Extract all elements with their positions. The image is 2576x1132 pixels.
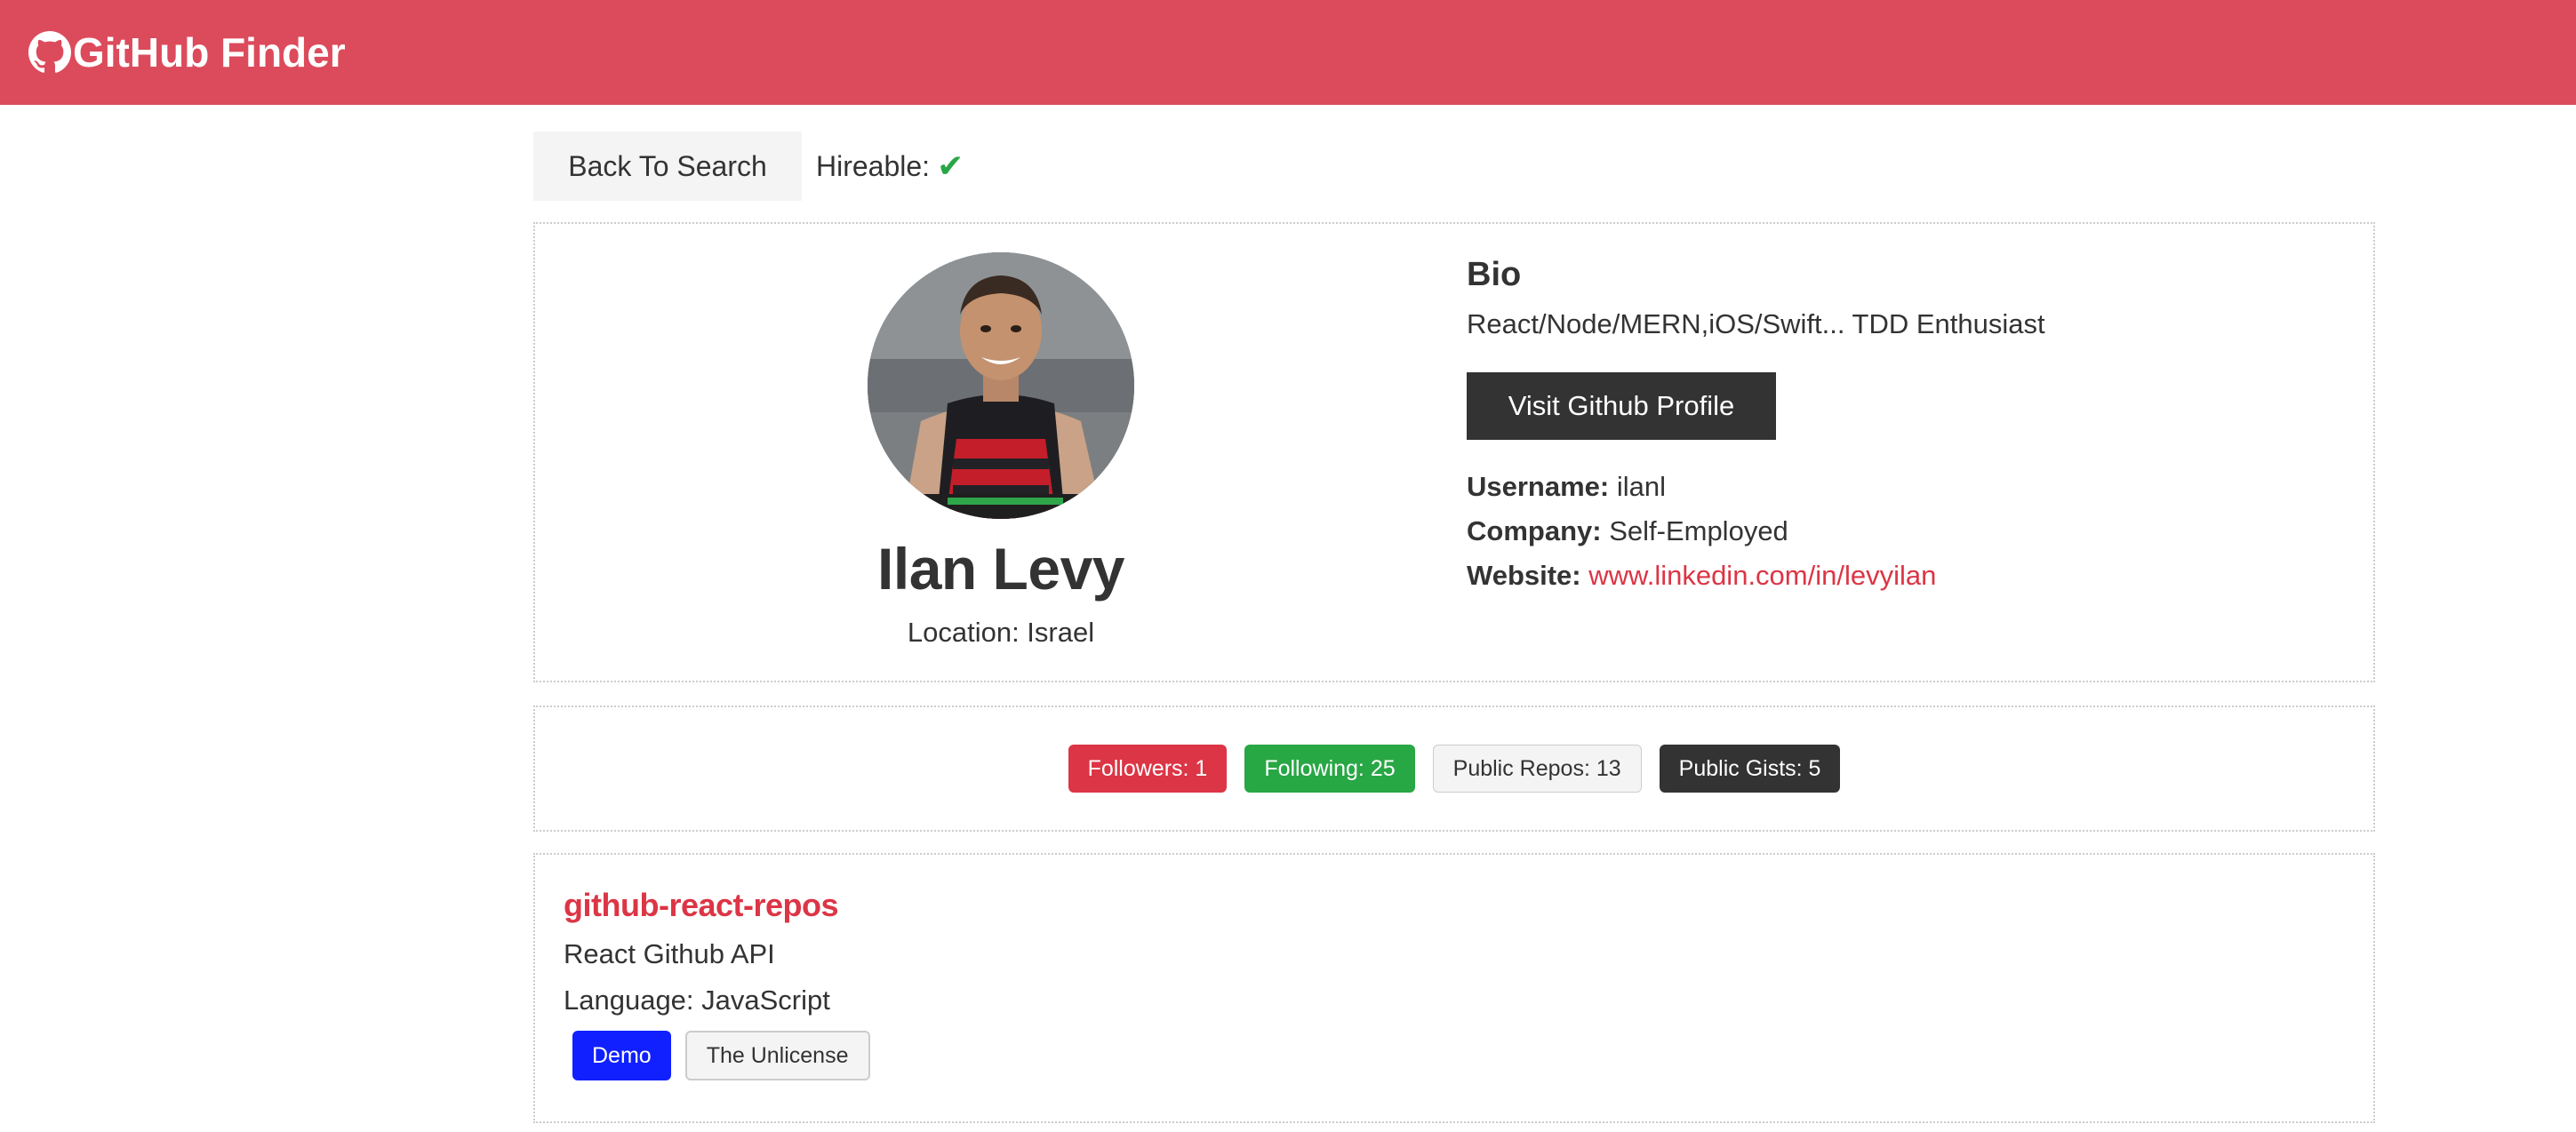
repo-card: github-react-repos React Github API Lang… xyxy=(533,853,2375,1123)
avatar xyxy=(868,252,1134,519)
back-to-search-button[interactable]: Back To Search xyxy=(533,132,802,201)
website-label: Website: xyxy=(1467,560,1581,591)
stats-card: Followers: 1 Following: 25 Public Repos:… xyxy=(533,706,2375,832)
profile-name: Ilan Levy xyxy=(877,536,1124,602)
username-label: Username: xyxy=(1467,471,1610,502)
profile-location: Location: Israel xyxy=(907,617,1095,648)
check-icon: ✔ xyxy=(937,147,964,184)
profile-card: Ilan Levy Location: Israel Bio React/Nod… xyxy=(533,222,2375,682)
repo-badges: Demo The Unlicense xyxy=(572,1031,2373,1080)
username-value: ilanl xyxy=(1616,471,1667,502)
profile-details: Bio React/Node/MERN,iOS/Swift... TDD Ent… xyxy=(1467,224,2045,681)
followers-badge: Followers: 1 xyxy=(1068,745,1228,793)
demo-button[interactable]: Demo xyxy=(572,1031,671,1080)
app-title: GitHub Finder xyxy=(73,29,346,76)
bio-title: Bio xyxy=(1467,256,1522,293)
public-gists-badge: Public Gists: 5 xyxy=(1659,745,1841,793)
following-badge: Following: 25 xyxy=(1244,745,1415,793)
username-row: Username: ilanl xyxy=(1467,465,2045,509)
hireable-label: Hireable: xyxy=(816,149,931,182)
top-row: Back To Search Hireable: ✔ xyxy=(533,132,2375,201)
license-badge: The Unlicense xyxy=(684,1031,870,1080)
company-label: Company: xyxy=(1467,515,1602,546)
bio-text: React/Node/MERN,iOS/Swift... TDD Enthusi… xyxy=(1467,308,2045,339)
company-value: Self-Employed xyxy=(1609,515,1788,546)
navbar: GitHub Finder xyxy=(0,0,2576,105)
company-row: Company: Self-Employed xyxy=(1467,509,2045,554)
hireable-status: Hireable: ✔ xyxy=(816,147,964,185)
repo-description: React Github API xyxy=(564,938,775,969)
github-icon xyxy=(28,31,71,73)
profile-info-list: Username: ilanl Company: Self-Employed W… xyxy=(1467,465,2045,598)
website-row: Website: www.linkedin.com/in/levyilan xyxy=(1467,554,2045,598)
repo-language: Language: JavaScript xyxy=(564,985,830,1016)
repo-name-link[interactable]: github-react-repos xyxy=(564,887,839,924)
profile-summary: Ilan Levy Location: Israel xyxy=(535,224,1467,681)
main-container: Back To Search Hireable: ✔ Ilan Levy Loc… xyxy=(533,132,2375,1123)
brand[interactable]: GitHub Finder xyxy=(28,28,346,76)
visit-github-profile-button[interactable]: Visit Github Profile xyxy=(1467,372,1776,440)
website-link[interactable]: www.linkedin.com/in/levyilan xyxy=(1588,560,1936,591)
public-repos-badge: Public Repos: 13 xyxy=(1432,745,1642,793)
